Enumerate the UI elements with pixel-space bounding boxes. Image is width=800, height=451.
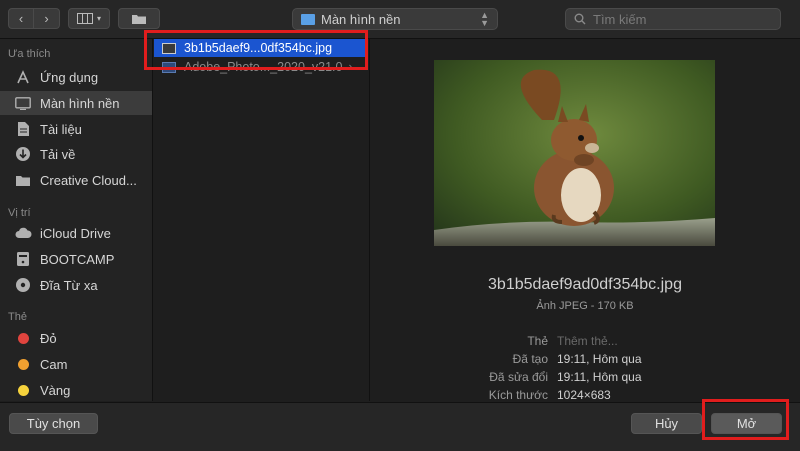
- chevron-left-icon: ‹: [18, 11, 24, 26]
- red-tag-dot-icon: [18, 332, 29, 344]
- sidebar-item-label: Ứng dụng: [40, 69, 99, 85]
- sidebar-item-label: Tài liệu: [40, 121, 82, 137]
- document-icon: [14, 120, 32, 138]
- sidebar-item-label: Đỏ: [40, 330, 57, 346]
- chevron-right-icon: ›: [44, 11, 49, 26]
- image-preview: [434, 60, 715, 246]
- sidebar-item-documents[interactable]: Tài liệu: [0, 117, 152, 141]
- sidebar-item-label: Màn hình nền: [40, 95, 120, 111]
- sidebar-item-bootcamp[interactable]: BOOTCAMP: [0, 247, 152, 271]
- view-mode-button[interactable]: ▾: [68, 8, 110, 29]
- sidebar-item-label: BOOTCAMP: [40, 251, 115, 267]
- search-field[interactable]: [565, 8, 781, 30]
- apps-icon: [14, 68, 32, 86]
- drive-icon: [14, 250, 32, 268]
- sidebar-item-tag-red[interactable]: Đỏ: [0, 326, 152, 350]
- meta-key: Thẻ: [527, 334, 548, 348]
- sidebar-item-label: Creative Cloud...: [40, 172, 137, 188]
- forward-button[interactable]: ›: [34, 8, 60, 29]
- tags-header: Thẻ: [8, 311, 27, 323]
- sidebar-item-label: iCloud Drive: [40, 225, 111, 241]
- sidebar-item-applications[interactable]: Ứng dụng: [0, 65, 152, 89]
- preview-pane: 3b1b5daef9ad0df354bc.jpg Ảnh JPEG - 170 …: [370, 39, 800, 402]
- sidebar-item-creative-cloud[interactable]: Creative Cloud...: [0, 168, 152, 192]
- new-folder-button[interactable]: [118, 8, 160, 29]
- preview-file-info: Ảnh JPEG - 170 KB: [536, 300, 634, 312]
- columns-view-icon: [76, 13, 93, 24]
- orange-tag-dot-icon: [18, 358, 29, 370]
- meta-key: Đã tạo: [512, 352, 548, 366]
- meta-value: 19:11, Hôm qua: [557, 352, 642, 366]
- highlight-box: [702, 399, 789, 440]
- folder-icon: [14, 171, 32, 189]
- meta-key: Kích thước: [488, 388, 548, 402]
- location-label: Màn hình nền: [321, 11, 401, 27]
- folder-icon: [301, 13, 315, 25]
- updown-chevron-icon: ▲ ▼: [480, 10, 489, 28]
- back-button[interactable]: ‹: [8, 8, 34, 29]
- toolbar: ‹ › ▾ Màn hình nền ▲ ▼: [0, 0, 800, 39]
- sidebar-item-icloud-drive[interactable]: iCloud Drive: [0, 221, 152, 245]
- disc-icon: [14, 276, 32, 294]
- cloud-icon: [14, 224, 32, 242]
- add-tags-field[interactable]: Thêm thẻ...: [557, 334, 618, 348]
- chevron-down-icon: ▾: [96, 14, 101, 23]
- sidebar-item-label: Vàng: [40, 382, 71, 398]
- new-folder-icon: [132, 14, 146, 24]
- download-icon: [14, 145, 32, 163]
- yellow-tag-dot-icon: [18, 384, 29, 396]
- navigation-buttons: ‹ ›: [8, 8, 60, 29]
- sidebar-item-label: Tải về: [40, 146, 76, 162]
- sidebar-item-downloads[interactable]: Tải về: [0, 142, 152, 166]
- sidebar-item-label: Cam: [40, 356, 68, 372]
- favorites-header: Ưa thích: [8, 48, 51, 60]
- sidebar-item-remote-disc[interactable]: Đĩa Từ xa: [0, 273, 152, 297]
- highlight-box: [144, 30, 368, 70]
- options-button[interactable]: Tùy chọn: [9, 413, 98, 434]
- location-dropdown[interactable]: Màn hình nền ▲ ▼: [292, 8, 498, 30]
- preview-filename: 3b1b5daef9ad0df354bc.jpg: [488, 276, 682, 293]
- bottom-bar: Tùy chọn Hủy Mở: [0, 399, 800, 451]
- cancel-button[interactable]: Hủy: [631, 413, 702, 434]
- desktop-icon: [14, 94, 32, 112]
- sidebar-item-label: Đĩa Từ xa: [40, 277, 98, 293]
- meta-key: Đã sửa đổi: [489, 370, 548, 384]
- sidebar-item-tag-orange[interactable]: Cam: [0, 352, 152, 376]
- locations-header: Vị trí: [8, 207, 31, 219]
- meta-value: 19:11, Hôm qua: [557, 370, 642, 384]
- file-column: 3b1b5daef9...0df354bc.jpg Adobe_Photo...…: [153, 39, 370, 401]
- sidebar: Ưa thích Ứng dụng Màn hình nền Tài liệu …: [0, 39, 153, 401]
- sidebar-item-tag-yellow[interactable]: Vàng: [0, 378, 152, 402]
- search-icon: [574, 13, 586, 25]
- meta-value: 1024×683: [557, 388, 611, 402]
- sidebar-item-desktop[interactable]: Màn hình nền: [0, 91, 152, 115]
- search-input[interactable]: [591, 10, 765, 28]
